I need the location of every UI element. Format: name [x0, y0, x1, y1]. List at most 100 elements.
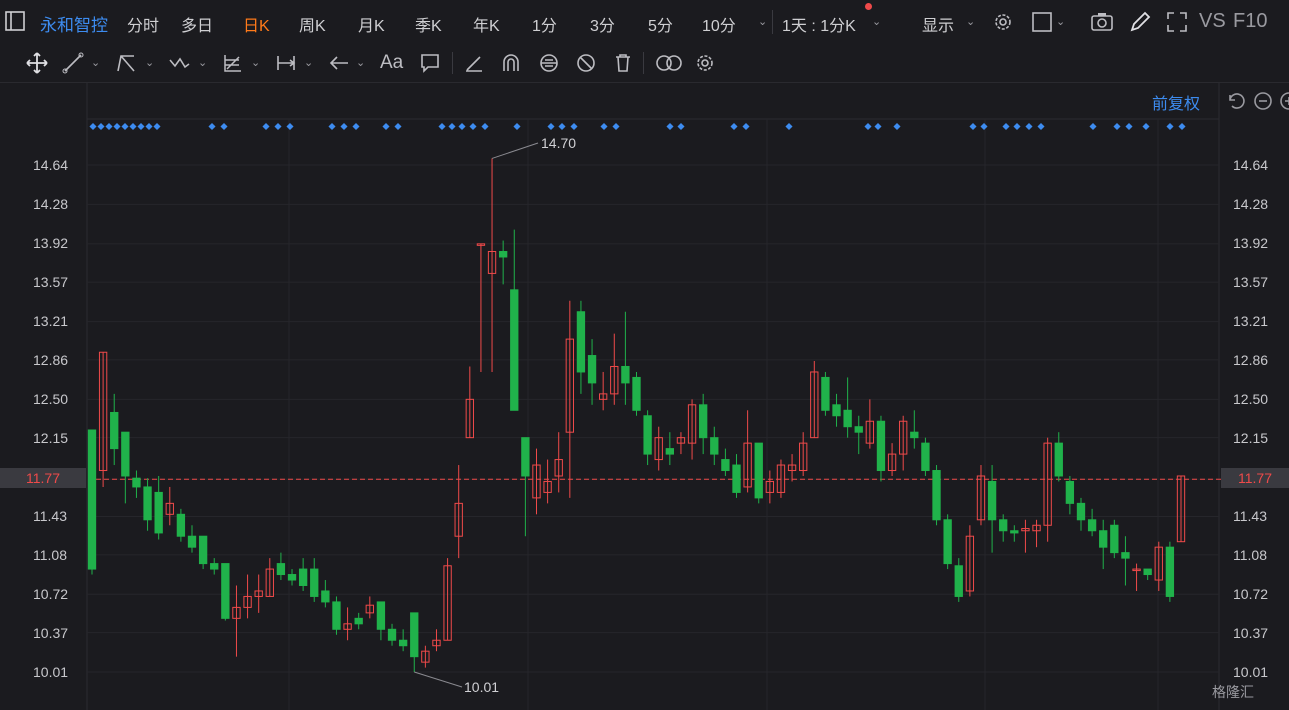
- candle-body: [221, 563, 230, 619]
- wave-icon[interactable]: [168, 52, 190, 74]
- fib-icon[interactable]: [222, 52, 244, 74]
- y-axis-label: 14.28: [1233, 196, 1269, 212]
- timeframe-more-chevron-icon[interactable]: ⌄: [758, 15, 767, 28]
- candle-body: [721, 459, 730, 472]
- compare-icon[interactable]: [655, 52, 683, 74]
- candle-body: [632, 376, 641, 411]
- delete-icon[interactable]: [612, 52, 634, 74]
- layout-chevron-icon[interactable]: ⌄: [1056, 15, 1065, 28]
- tab-1min[interactable]: 1分: [532, 12, 557, 36]
- event-marker-dot: [129, 122, 137, 131]
- candle-body: [1143, 568, 1152, 576]
- layout-square-icon[interactable]: [1030, 10, 1054, 34]
- zoom-out-icon[interactable]: [1253, 91, 1273, 111]
- event-marker-dot: [340, 122, 348, 131]
- candle-body: [210, 563, 219, 570]
- event-marker-dot: [145, 122, 153, 131]
- event-marker-dot: [558, 122, 566, 131]
- polyline-chevron-icon[interactable]: ⌄: [145, 56, 154, 69]
- arrow-chevron-icon[interactable]: ⌄: [356, 56, 365, 69]
- tab-daily-k[interactable]: 日K: [243, 12, 270, 36]
- event-marker-dot: [438, 122, 446, 131]
- multi-period-selector[interactable]: 1天 : 1分K: [782, 12, 856, 36]
- candle-body: [310, 568, 319, 597]
- hide-icon[interactable]: [575, 52, 597, 74]
- adjust-mode-button[interactable]: 前复权: [1152, 90, 1200, 114]
- lock-icon[interactable]: [538, 52, 560, 74]
- polyline-icon[interactable]: [115, 52, 137, 74]
- low-annotation: 10.01: [464, 679, 500, 695]
- divider: [452, 52, 453, 74]
- settings-gear-icon[interactable]: [991, 10, 1015, 34]
- vs-compare-button[interactable]: VS: [1199, 10, 1226, 33]
- draw-settings-icon[interactable]: [694, 52, 716, 74]
- event-marker-dot: [274, 122, 282, 131]
- y-axis-label: 13.57: [33, 274, 69, 290]
- arrow-icon[interactable]: [328, 52, 350, 74]
- tab-10min[interactable]: 10分: [702, 12, 736, 36]
- display-chevron-icon[interactable]: ⌄: [966, 15, 975, 28]
- candle-body: [510, 289, 519, 411]
- y-axis-label: 14.64: [1233, 157, 1269, 173]
- tab-3min[interactable]: 3分: [590, 12, 615, 36]
- camera-icon[interactable]: [1090, 10, 1114, 34]
- measure-icon[interactable]: [275, 52, 297, 74]
- event-marker-dot: [1113, 122, 1121, 131]
- magnet-icon[interactable]: [500, 52, 522, 74]
- eraser-icon[interactable]: [463, 52, 485, 74]
- event-marker-dot: [980, 122, 988, 131]
- event-marker-dot: [394, 122, 402, 131]
- candle-body: [1121, 552, 1130, 559]
- candle-body: [621, 365, 630, 384]
- drawing-toolbar: [0, 44, 1289, 82]
- line-icon[interactable]: [62, 52, 84, 74]
- y-axis-label: 13.21: [1233, 313, 1269, 329]
- multi-period-chevron-icon[interactable]: ⌄: [872, 15, 881, 28]
- event-marker-dot: [570, 122, 578, 131]
- line-chevron-icon[interactable]: ⌄: [91, 56, 100, 69]
- tab-yearly-k[interactable]: 年K: [473, 12, 500, 36]
- fullscreen-icon[interactable]: [1165, 10, 1189, 34]
- event-marker-dot: [1037, 122, 1045, 131]
- candlestick-chart[interactable]: [0, 83, 1289, 710]
- candle-body: [699, 404, 708, 439]
- event-marker-dot: [600, 122, 608, 131]
- candle-body: [1087, 519, 1097, 532]
- candle-body: [821, 376, 830, 411]
- candle-body: [576, 311, 586, 373]
- measure-chevron-icon[interactable]: ⌄: [304, 56, 313, 69]
- y-axis-label: 11.08: [1233, 547, 1267, 563]
- move-icon[interactable]: [26, 52, 48, 74]
- undo-icon[interactable]: [1225, 91, 1245, 111]
- wave-chevron-icon[interactable]: ⌄: [198, 56, 207, 69]
- y-axis-label: 13.92: [1233, 235, 1269, 251]
- candle-body: [298, 568, 308, 586]
- tab-5min[interactable]: 5分: [648, 12, 673, 36]
- event-marker-dot: [1025, 122, 1033, 131]
- y-axis-label: 10.37: [33, 625, 69, 641]
- event-marker-dot: [1013, 122, 1021, 131]
- tab-quarterly-k[interactable]: 季K: [415, 12, 442, 36]
- current-price-tag-right: 11.77: [1221, 468, 1289, 488]
- tab-weekly-k[interactable]: 周K: [299, 12, 326, 36]
- event-marker-dot: [481, 122, 489, 131]
- candle-body: [876, 420, 886, 472]
- tab-monthly-k[interactable]: 月K: [358, 12, 385, 36]
- stock-name[interactable]: 永和智控: [40, 11, 108, 36]
- sidebar-toggle-icon[interactable]: [4, 10, 26, 32]
- fib-chevron-icon[interactable]: ⌄: [251, 56, 260, 69]
- tab-fenshi[interactable]: 分时: [127, 12, 159, 36]
- comment-icon[interactable]: [419, 52, 441, 74]
- candle-body: [932, 470, 941, 521]
- event-marker-dot: [105, 122, 113, 131]
- event-marker-dot: [328, 122, 336, 131]
- notification-dot-icon: [865, 3, 872, 10]
- text-tool-icon[interactable]: Aa: [380, 52, 403, 74]
- display-menu[interactable]: 显示: [922, 12, 954, 36]
- pencil-icon[interactable]: [1128, 10, 1152, 34]
- event-marker-dot: [220, 122, 228, 131]
- tab-multiday[interactable]: 多日: [181, 12, 213, 36]
- y-axis-label: 10.01: [1233, 664, 1269, 680]
- f10-button[interactable]: F10: [1233, 10, 1267, 33]
- zoom-in-icon[interactable]: [1279, 91, 1289, 111]
